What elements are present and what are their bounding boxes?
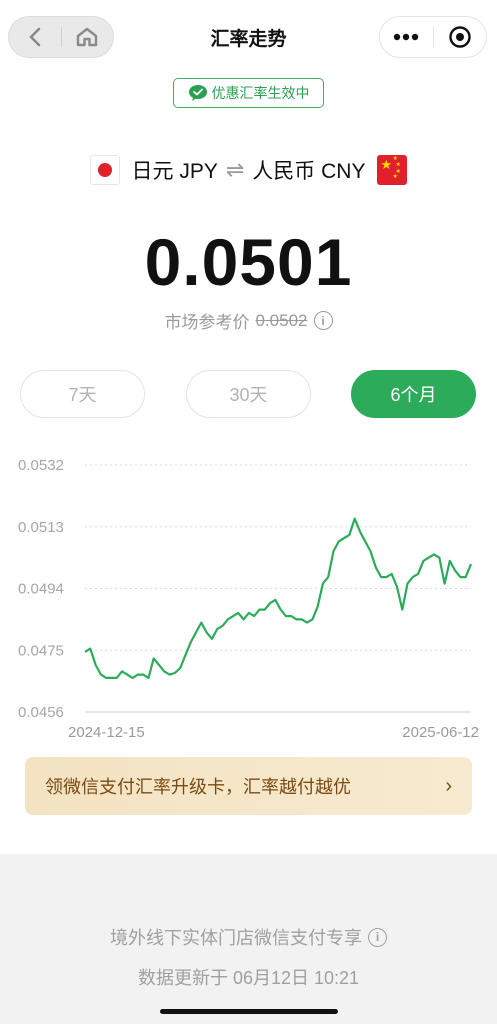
market-value: 0.0502 — [255, 310, 308, 330]
footer: 境外线下实体门店微信支付专享 i 数据更新于 06月12日 10:21 — [0, 854, 497, 1024]
tab-7-days[interactable]: 7天 — [20, 370, 145, 418]
x-tick-label: 2024-12-15 — [68, 724, 145, 741]
promo-badge: 优惠汇率生效中 — [173, 78, 324, 108]
y-tick-label: 0.0494 — [18, 581, 64, 598]
target-close-icon — [449, 26, 471, 48]
rate-trend-chart[interactable]: 0.0532 0.0513 0.0494 0.0475 0.04562024-12-15… — [0, 445, 497, 745]
rate-series-line — [84, 517, 473, 679]
nav-capsule-right — [379, 16, 487, 58]
market-label: 市场参考价 — [164, 313, 250, 332]
top-nav-bar: 汇率走势 — [0, 14, 497, 60]
banner-text: 领微信支付汇率升级卡，汇率越付越优 — [45, 777, 351, 797]
japan-flag-icon — [89, 155, 120, 185]
from-currency: 日元 JPY — [131, 160, 218, 183]
y-tick-label: 0.0513 — [18, 519, 64, 536]
info-icon[interactable]: i — [313, 311, 333, 330]
swap-icon[interactable]: ⇌ — [226, 157, 244, 183]
upgrade-card-banner[interactable]: 领微信支付汇率升级卡，汇率越付越优 › — [25, 757, 472, 815]
wechat-icon — [188, 85, 207, 101]
to-currency: 人民币 CNY — [252, 160, 366, 183]
y-tick-label: 0.0475 — [18, 642, 64, 659]
update-time: 数据更新于 06月12日 10:21 — [137, 968, 360, 988]
exchange-rate-value: 0.0501 — [144, 225, 353, 299]
promo-label: 优惠汇率生效中 — [211, 85, 310, 101]
more-dots-icon — [394, 33, 419, 41]
x-tick-label: 2025-06-12 — [402, 724, 479, 741]
y-tick-label: 0.0532 — [18, 457, 64, 474]
footer-info-icon[interactable]: i — [368, 927, 387, 947]
market-reference: 市场参考价 0.0502 i — [0, 308, 497, 333]
footer-note-text: 境外线下实体门店微信支付专享 — [110, 928, 362, 948]
close-miniprogram-button[interactable] — [433, 16, 486, 58]
china-flag-icon: ★ ★ ★ ★ ★ — [377, 155, 408, 185]
footer-note: 境外线下实体门店微信支付专享 i — [0, 924, 497, 950]
y-tick-label: 0.0456 — [18, 704, 64, 721]
tab-30-days[interactable]: 30天 — [186, 370, 311, 418]
tab-6-months[interactable]: 6个月 — [351, 370, 476, 418]
currency-pair[interactable]: 日元 JPY ⇌ 人民币 CNY ★ ★ ★ ★ ★ — [0, 152, 497, 188]
period-tabs: 7天 30天 6个月 — [20, 370, 476, 418]
home-indicator — [160, 1009, 338, 1014]
more-button[interactable] — [380, 16, 433, 58]
chevron-right-icon: › — [445, 774, 452, 797]
